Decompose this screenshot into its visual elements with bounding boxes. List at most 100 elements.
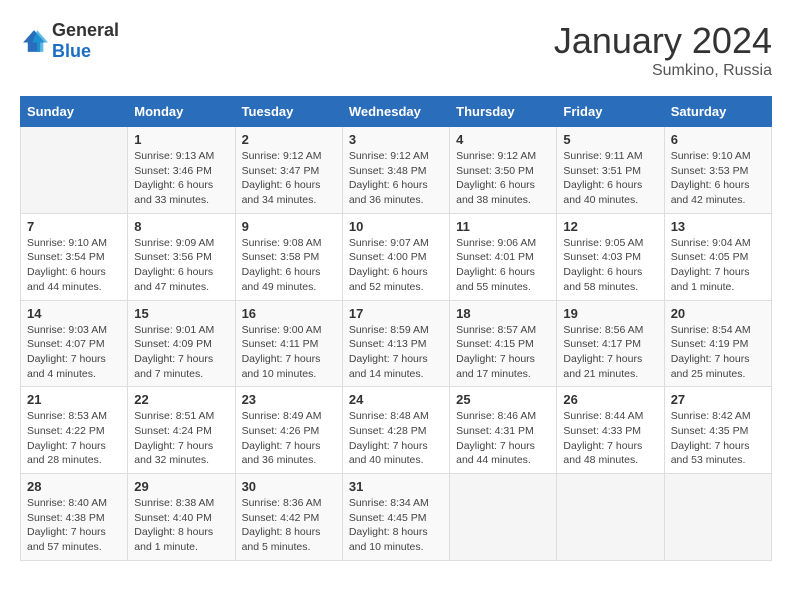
- title-month: January 2024: [554, 20, 772, 62]
- sunset-label: Sunset: 4:19 PM: [671, 338, 749, 350]
- sunset-label: Sunset: 4:26 PM: [242, 425, 320, 437]
- day-number: 3: [349, 132, 443, 147]
- sunset-label: Sunset: 3:46 PM: [134, 165, 212, 177]
- sunrise-label: Sunrise: 8:42 AM: [671, 410, 751, 422]
- weekday-header: Friday: [557, 97, 664, 127]
- logo-text: General Blue: [52, 20, 119, 62]
- logo: General Blue: [20, 20, 119, 62]
- sunrise-label: Sunrise: 9:10 AM: [27, 237, 107, 249]
- calendar-cell: 15 Sunrise: 9:01 AM Sunset: 4:09 PM Dayl…: [128, 300, 235, 387]
- calendar-cell: 22 Sunrise: 8:51 AM Sunset: 4:24 PM Dayl…: [128, 387, 235, 474]
- day-info: Sunrise: 9:06 AM Sunset: 4:01 PM Dayligh…: [456, 236, 550, 295]
- sunset-label: Sunset: 4:05 PM: [671, 251, 749, 263]
- weekday-header: Sunday: [21, 97, 128, 127]
- daylight-label: Daylight: 6 hours and 36 minutes.: [349, 179, 428, 206]
- sunset-label: Sunset: 4:00 PM: [349, 251, 427, 263]
- sunrise-label: Sunrise: 9:07 AM: [349, 237, 429, 249]
- day-number: 15: [134, 306, 228, 321]
- sunrise-label: Sunrise: 9:01 AM: [134, 324, 214, 336]
- sunset-label: Sunset: 4:17 PM: [563, 338, 641, 350]
- sunrise-label: Sunrise: 8:44 AM: [563, 410, 643, 422]
- sunrise-label: Sunrise: 9:10 AM: [671, 150, 751, 162]
- day-info: Sunrise: 9:13 AM Sunset: 3:46 PM Dayligh…: [134, 149, 228, 208]
- calendar-cell: 30 Sunrise: 8:36 AM Sunset: 4:42 PM Dayl…: [235, 474, 342, 561]
- sunset-label: Sunset: 4:03 PM: [563, 251, 641, 263]
- calendar-cell: 10 Sunrise: 9:07 AM Sunset: 4:00 PM Dayl…: [342, 213, 449, 300]
- sunrise-label: Sunrise: 9:05 AM: [563, 237, 643, 249]
- calendar-cell: 29 Sunrise: 8:38 AM Sunset: 4:40 PM Dayl…: [128, 474, 235, 561]
- daylight-label: Daylight: 7 hours and 1 minute.: [671, 266, 750, 293]
- day-info: Sunrise: 9:11 AM Sunset: 3:51 PM Dayligh…: [563, 149, 657, 208]
- sunrise-label: Sunrise: 9:09 AM: [134, 237, 214, 249]
- day-number: 18: [456, 306, 550, 321]
- day-info: Sunrise: 9:12 AM Sunset: 3:47 PM Dayligh…: [242, 149, 336, 208]
- daylight-label: Daylight: 7 hours and 7 minutes.: [134, 353, 213, 380]
- daylight-label: Daylight: 7 hours and 36 minutes.: [242, 440, 321, 467]
- daylight-label: Daylight: 6 hours and 34 minutes.: [242, 179, 321, 206]
- calendar-cell: [450, 474, 557, 561]
- day-number: 4: [456, 132, 550, 147]
- day-number: 29: [134, 479, 228, 494]
- sunset-label: Sunset: 4:01 PM: [456, 251, 534, 263]
- day-number: 12: [563, 219, 657, 234]
- sunset-label: Sunset: 4:28 PM: [349, 425, 427, 437]
- daylight-label: Daylight: 7 hours and 44 minutes.: [456, 440, 535, 467]
- daylight-label: Daylight: 6 hours and 38 minutes.: [456, 179, 535, 206]
- day-info: Sunrise: 8:40 AM Sunset: 4:38 PM Dayligh…: [27, 496, 121, 555]
- day-info: Sunrise: 9:10 AM Sunset: 3:54 PM Dayligh…: [27, 236, 121, 295]
- daylight-label: Daylight: 7 hours and 21 minutes.: [563, 353, 642, 380]
- daylight-label: Daylight: 7 hours and 17 minutes.: [456, 353, 535, 380]
- day-number: 5: [563, 132, 657, 147]
- sunset-label: Sunset: 4:15 PM: [456, 338, 534, 350]
- sunset-label: Sunset: 3:53 PM: [671, 165, 749, 177]
- sunrise-label: Sunrise: 8:36 AM: [242, 497, 322, 509]
- calendar-cell: 16 Sunrise: 9:00 AM Sunset: 4:11 PM Dayl…: [235, 300, 342, 387]
- calendar-cell: 27 Sunrise: 8:42 AM Sunset: 4:35 PM Dayl…: [664, 387, 771, 474]
- day-number: 9: [242, 219, 336, 234]
- day-info: Sunrise: 8:57 AM Sunset: 4:15 PM Dayligh…: [456, 323, 550, 382]
- calendar-cell: 1 Sunrise: 9:13 AM Sunset: 3:46 PM Dayli…: [128, 127, 235, 214]
- calendar-cell: 20 Sunrise: 8:54 AM Sunset: 4:19 PM Dayl…: [664, 300, 771, 387]
- sunset-label: Sunset: 4:33 PM: [563, 425, 641, 437]
- page-header: General Blue January 2024 Sumkino, Russi…: [20, 20, 772, 80]
- weekday-header: Tuesday: [235, 97, 342, 127]
- day-number: 21: [27, 392, 121, 407]
- daylight-label: Daylight: 6 hours and 47 minutes.: [134, 266, 213, 293]
- day-info: Sunrise: 8:44 AM Sunset: 4:33 PM Dayligh…: [563, 409, 657, 468]
- day-info: Sunrise: 8:59 AM Sunset: 4:13 PM Dayligh…: [349, 323, 443, 382]
- day-info: Sunrise: 9:00 AM Sunset: 4:11 PM Dayligh…: [242, 323, 336, 382]
- day-info: Sunrise: 9:05 AM Sunset: 4:03 PM Dayligh…: [563, 236, 657, 295]
- weekday-header: Monday: [128, 97, 235, 127]
- day-info: Sunrise: 8:34 AM Sunset: 4:45 PM Dayligh…: [349, 496, 443, 555]
- day-info: Sunrise: 9:03 AM Sunset: 4:07 PM Dayligh…: [27, 323, 121, 382]
- sunset-label: Sunset: 4:42 PM: [242, 512, 320, 524]
- title-block: January 2024 Sumkino, Russia: [554, 20, 772, 80]
- calendar-cell: [21, 127, 128, 214]
- day-info: Sunrise: 8:48 AM Sunset: 4:28 PM Dayligh…: [349, 409, 443, 468]
- calendar-cell: 4 Sunrise: 9:12 AM Sunset: 3:50 PM Dayli…: [450, 127, 557, 214]
- sunrise-label: Sunrise: 8:40 AM: [27, 497, 107, 509]
- daylight-label: Daylight: 7 hours and 32 minutes.: [134, 440, 213, 467]
- day-info: Sunrise: 8:36 AM Sunset: 4:42 PM Dayligh…: [242, 496, 336, 555]
- day-number: 10: [349, 219, 443, 234]
- daylight-label: Daylight: 6 hours and 49 minutes.: [242, 266, 321, 293]
- logo-blue: Blue: [52, 41, 91, 61]
- day-number: 19: [563, 306, 657, 321]
- calendar-cell: 2 Sunrise: 9:12 AM Sunset: 3:47 PM Dayli…: [235, 127, 342, 214]
- day-number: 2: [242, 132, 336, 147]
- day-info: Sunrise: 8:49 AM Sunset: 4:26 PM Dayligh…: [242, 409, 336, 468]
- weekday-header: Thursday: [450, 97, 557, 127]
- day-number: 26: [563, 392, 657, 407]
- calendar-cell: 25 Sunrise: 8:46 AM Sunset: 4:31 PM Dayl…: [450, 387, 557, 474]
- sunrise-label: Sunrise: 9:06 AM: [456, 237, 536, 249]
- sunrise-label: Sunrise: 9:08 AM: [242, 237, 322, 249]
- sunrise-label: Sunrise: 8:57 AM: [456, 324, 536, 336]
- sunset-label: Sunset: 3:47 PM: [242, 165, 320, 177]
- sunset-label: Sunset: 3:50 PM: [456, 165, 534, 177]
- daylight-label: Daylight: 7 hours and 48 minutes.: [563, 440, 642, 467]
- weekday-header-row: SundayMondayTuesdayWednesdayThursdayFrid…: [21, 97, 772, 127]
- weekday-header: Wednesday: [342, 97, 449, 127]
- sunrise-label: Sunrise: 9:12 AM: [242, 150, 322, 162]
- calendar-cell: 18 Sunrise: 8:57 AM Sunset: 4:15 PM Dayl…: [450, 300, 557, 387]
- daylight-label: Daylight: 7 hours and 10 minutes.: [242, 353, 321, 380]
